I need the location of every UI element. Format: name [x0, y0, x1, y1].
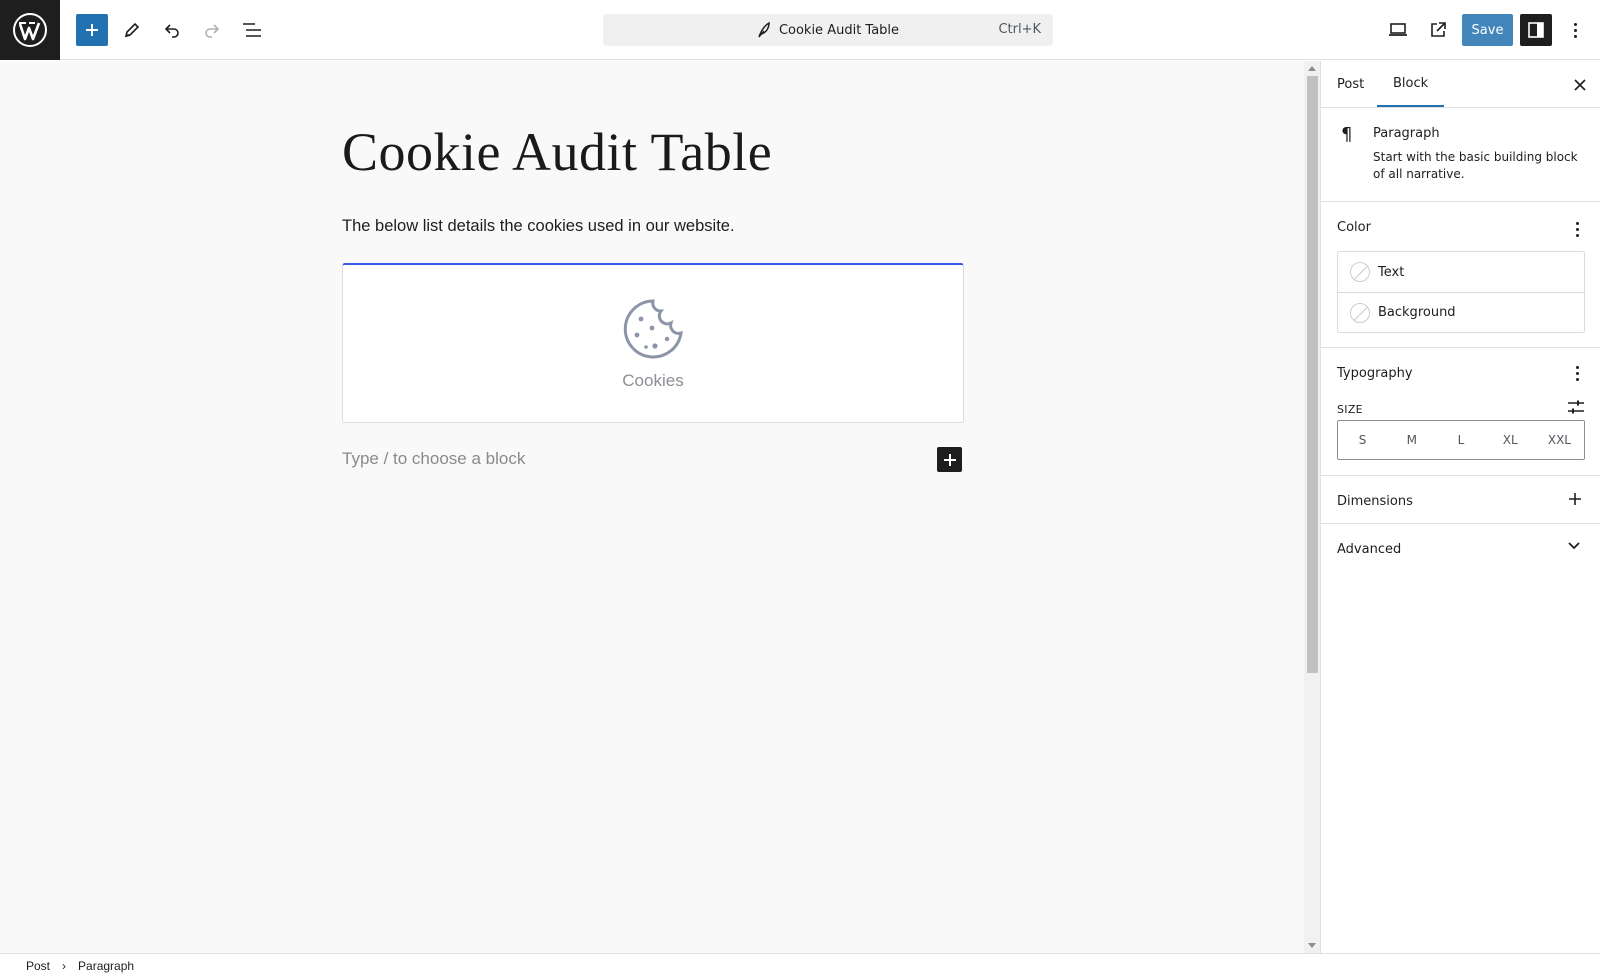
save-button[interactable]: Save	[1462, 14, 1513, 46]
sidebar-toggle-icon	[1528, 22, 1544, 38]
close-sidebar-button[interactable]	[1570, 75, 1590, 95]
empty-swatch-icon	[1350, 262, 1370, 282]
advanced-panel[interactable]: Advanced	[1321, 524, 1600, 574]
size-option-xxl[interactable]: XXL	[1535, 421, 1584, 459]
color-panel-title: Color	[1337, 220, 1371, 235]
scroll-down-arrow-icon[interactable]	[1308, 943, 1316, 948]
tab-post[interactable]: Post	[1321, 61, 1380, 108]
cookies-block-label: Cookies	[622, 370, 684, 390]
color-options-icon[interactable]	[1576, 222, 1580, 237]
tab-block[interactable]: Block	[1377, 61, 1445, 107]
wordpress-logo-icon	[13, 13, 47, 47]
cookie-icon	[623, 298, 683, 358]
color-panel: Color Text Background	[1321, 202, 1600, 348]
settings-toggle-button[interactable]	[1520, 14, 1552, 46]
advanced-panel-title: Advanced	[1337, 542, 1402, 557]
chevron-right-icon: ›	[62, 958, 67, 973]
color-item-label: Background	[1378, 305, 1456, 320]
list-view-icon	[243, 23, 261, 37]
options-menu-button[interactable]	[1564, 14, 1588, 46]
editor-canvas[interactable]: Cookie Audit Table The below list detail…	[0, 61, 1304, 953]
desktop-preview-icon	[1389, 23, 1407, 36]
paragraph-icon: ¶	[1341, 124, 1353, 145]
view-post-button[interactable]	[1422, 14, 1454, 46]
size-label: SIZE	[1337, 403, 1363, 416]
chevron-down-icon	[1568, 542, 1580, 550]
color-list: Text Background	[1337, 251, 1585, 333]
document-title: Cookie Audit Table	[778, 22, 900, 38]
inline-add-block-button[interactable]	[937, 447, 962, 472]
size-option-xl[interactable]: XL	[1486, 421, 1535, 459]
post-title[interactable]: Cookie Audit Table	[342, 121, 772, 183]
top-toolbar: Cookie Audit Table Ctrl+K Save	[0, 0, 1600, 60]
redo-button[interactable]	[196, 14, 228, 46]
feather-icon	[758, 22, 770, 38]
plus-icon	[943, 453, 956, 466]
list-view-button[interactable]	[236, 14, 268, 46]
empty-swatch-icon	[1350, 302, 1370, 323]
block-placeholder[interactable]: Type / to choose a block	[342, 449, 525, 469]
settings-sidebar: Post Block ¶ Paragraph Start with the ba…	[1320, 61, 1600, 953]
sidebar-tabs: Post Block	[1321, 61, 1600, 108]
pencil-icon	[124, 22, 140, 38]
breadcrumb-item-post[interactable]: Post	[26, 959, 50, 973]
typography-panel: Typography SIZE S M L XL XXL	[1321, 348, 1600, 476]
canvas-scrollbar[interactable]	[1304, 61, 1320, 953]
redo-icon	[205, 24, 220, 38]
close-icon	[1574, 79, 1586, 91]
undo-icon	[164, 24, 179, 38]
paragraph-block[interactable]: The below list details the cookies used …	[342, 217, 735, 236]
preview-button[interactable]	[1382, 14, 1414, 46]
cookies-block[interactable]: Cookies	[342, 263, 964, 423]
font-size-picker: S M L XL XXL	[1337, 420, 1585, 460]
breadcrumb-item-paragraph[interactable]: Paragraph	[78, 959, 134, 973]
block-description: Start with the basic building block of a…	[1373, 150, 1578, 181]
block-card: ¶ Paragraph Start with the basic buildin…	[1321, 108, 1600, 202]
typography-panel-title: Typography	[1337, 366, 1413, 381]
tools-button[interactable]	[116, 14, 148, 46]
color-item-label: Text	[1378, 264, 1405, 280]
more-options-icon	[1574, 22, 1578, 38]
scroll-thumb[interactable]	[1307, 76, 1318, 673]
size-option-s[interactable]: S	[1338, 421, 1387, 459]
block-name: Paragraph	[1373, 126, 1440, 141]
plus-icon[interactable]	[1568, 492, 1582, 506]
undo-button[interactable]	[156, 14, 188, 46]
add-block-button[interactable]	[76, 14, 108, 46]
plus-icon	[86, 24, 98, 36]
size-option-m[interactable]: M	[1387, 421, 1436, 459]
size-option-l[interactable]: L	[1436, 421, 1485, 459]
external-link-icon	[1431, 22, 1446, 37]
wordpress-logo-button[interactable]	[0, 0, 60, 60]
color-item-background[interactable]: Background	[1338, 292, 1584, 332]
custom-size-toggle-icon[interactable]	[1568, 400, 1584, 414]
shortcut-hint: Ctrl+K	[998, 22, 1041, 37]
scroll-up-arrow-icon[interactable]	[1308, 66, 1316, 71]
breadcrumb: Post › Paragraph	[0, 953, 1600, 977]
dimensions-panel-title: Dimensions	[1337, 494, 1413, 509]
typography-options-icon[interactable]	[1576, 366, 1580, 381]
dimensions-panel[interactable]: Dimensions	[1321, 476, 1600, 524]
command-palette-bar[interactable]: Cookie Audit Table Ctrl+K	[603, 14, 1053, 46]
color-item-text[interactable]: Text	[1338, 252, 1584, 292]
